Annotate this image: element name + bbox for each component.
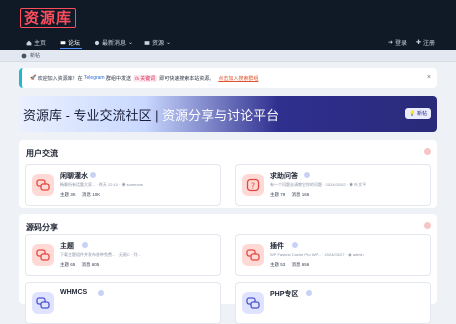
new-posts-link[interactable]: 新帖 [30,52,40,59]
forum-latest[interactable]: 畅聊所有话题大家... · 昨天 22:10 · ◉ someone [60,182,143,188]
close-icon[interactable]: × [427,74,431,81]
site-logo[interactable]: 资源库 [20,8,77,28]
login-icon: ➜ [388,40,394,46]
forum-name[interactable]: 插件 [270,241,284,251]
section-title[interactable]: 源码分享 [26,222,58,233]
forum-card-help[interactable]: ? 求助问答 有一个问题去请教它你的问题 · 2024/02/02 · ◉ 叶文… [235,164,431,206]
nav-resources[interactable]: 资源 ⌄ [144,38,171,47]
forum-name[interactable]: 闲聊灌水 [60,171,88,181]
main-nav: 主页 论坛 最新消息 ⌄ 资源 ⌄ ➜ 登录 ✚ 注册 [0,36,456,50]
home-icon [26,40,32,45]
forum-stats: 主题 65 消息 605 [60,262,104,268]
chat-icon [60,40,66,44]
hero-banner: 资源库 - 专业交流社区 | 资源分享与讨论平台 💡 新帖 [19,96,437,132]
forum-status-dot [90,172,96,178]
register-label: 注册 [423,41,436,47]
bulb-icon: 💡 [409,111,416,117]
forum-card-whmcs[interactable]: WHMCS [25,282,221,324]
notice-prefix: 欢迎加入资源库！在 [37,75,83,82]
forum-name[interactable]: WHMCS [60,289,87,296]
notice-keyword: /s 关键词 [133,74,158,82]
banner-title-light: 资源分享与讨论平台 [162,108,280,123]
forum-name[interactable]: 主题 [60,241,74,251]
collapse-icon[interactable] [424,222,431,229]
banner-badge-label: 新帖 [416,111,427,117]
chevron-down-icon: ⌄ [128,40,134,46]
forum-latest[interactable]: WP Fastest Cache Pro WP... · 2024/03/27 … [270,252,364,257]
collapse-icon[interactable] [424,148,431,155]
chat-bubbles-icon [246,249,260,261]
forum-status-dot [292,242,298,248]
forum-card-chat[interactable]: 闲聊灌水 畅聊所有话题大家... · 昨天 22:10 · ◉ someone … [25,164,221,206]
forum-stats: 主题 79 消息 166 [270,192,314,198]
notice-telegram: Telegram [84,75,105,81]
join-group-link[interactable]: 点击加入搜索群组 [218,75,258,82]
chevron-down-icon: ⌄ [166,40,172,46]
login-label: 登录 [395,41,408,47]
forum-status-dot [304,172,310,178]
section-source-code: 源码分享 主题 下载主题组件并发布各种免费... · 无限C · 列... 主题… [19,214,437,324]
top-header: 资源库 [0,0,456,36]
banner-title: 资源库 - 专业交流社区 | 资源分享与讨论平台 [23,105,279,124]
chat-bubbles-icon [36,297,50,309]
sub-nav: 新帖 [0,50,456,62]
register-link[interactable]: ✚ 注册 [416,38,435,47]
nav-forum[interactable]: 论坛 [60,38,80,47]
chat-bubbles-icon [36,249,50,261]
forum-stats: 主题 3K 消息 10K [60,192,105,198]
login-link[interactable]: ➜ 登录 [388,38,407,47]
banner-title-dark: 资源库 - 专业交流社区 | [23,108,163,123]
section-user-exchange: 用户交流 闲聊灌水 畅聊所有话题大家... · 昨天 22:10 · ◉ som… [19,140,437,208]
nav-latest-label: 最新消息 [102,41,127,47]
forum-icon [32,244,54,266]
forum-messages: 消息 656 [291,262,310,267]
forum-status-dot [306,290,312,296]
nav-forum-label: 论坛 [68,41,81,47]
forum-icon [32,292,54,314]
forum-name[interactable]: 求助问答 [270,171,298,181]
notice-middle: 群组中发送 [106,75,132,82]
forum-stats: 主题 53 消息 656 [270,262,314,268]
forum-messages: 消息 10K [82,192,101,197]
forum-messages: 消息 605 [81,262,100,267]
forum-icon [242,292,264,314]
forum-icon [32,174,54,196]
section-title[interactable]: 用户交流 [26,148,58,159]
forum-threads: 主题 3K [60,192,76,197]
forum-latest[interactable]: 有一个问题去请教它你的问题 · 2024/02/02 · ◉ 叶文平 [270,182,366,188]
new-posts-icon [21,53,27,59]
forum-threads: 主题 53 [270,262,286,267]
notice-banner: 🚀 欢迎加入资源库！在 Telegram 群组中发送 /s 关键词 即可快速搜索… [19,68,437,88]
rocket-icon: 🚀 [30,75,38,81]
notice-suffix: 即可快速搜索本站资源。 [159,75,215,82]
forum-messages: 消息 166 [291,192,310,197]
question-icon: ? [246,178,260,192]
forum-icon [242,244,264,266]
svg-text:?: ? [251,182,255,191]
nav-latest[interactable]: 最新消息 ⌄ [94,38,133,47]
forum-latest[interactable]: 下载主题组件并发布各种免费... · 无限C · 列... [60,252,141,258]
forum-status-dot [82,242,88,248]
bell-icon [94,40,100,45]
forum-status-dot [98,290,104,296]
register-icon: ✚ [416,40,422,46]
forum-name[interactable]: PHP专区 [270,289,298,299]
chat-bubbles-icon [246,297,260,309]
forum-icon: ? [242,174,264,196]
nav-home-label: 主页 [34,41,47,47]
forum-card-themes[interactable]: 主题 下载主题组件并发布各种免费... · 无限C · 列... 主题 65 消… [25,234,221,276]
nav-resources-label: 资源 [152,41,165,47]
nav-home[interactable]: 主页 [26,38,46,47]
forum-card-php[interactable]: PHP专区 [235,282,431,324]
banner-new-posts-button[interactable]: 💡 新帖 [405,108,431,119]
forum-threads: 主题 65 [60,262,76,267]
chat-bubbles-icon [36,179,50,191]
nav-active-indicator [60,48,82,49]
forum-threads: 主题 79 [270,192,286,197]
forum-card-plugins[interactable]: 插件 WP Fastest Cache Pro WP... · 2024/03/… [235,234,431,276]
folder-icon [144,40,150,45]
